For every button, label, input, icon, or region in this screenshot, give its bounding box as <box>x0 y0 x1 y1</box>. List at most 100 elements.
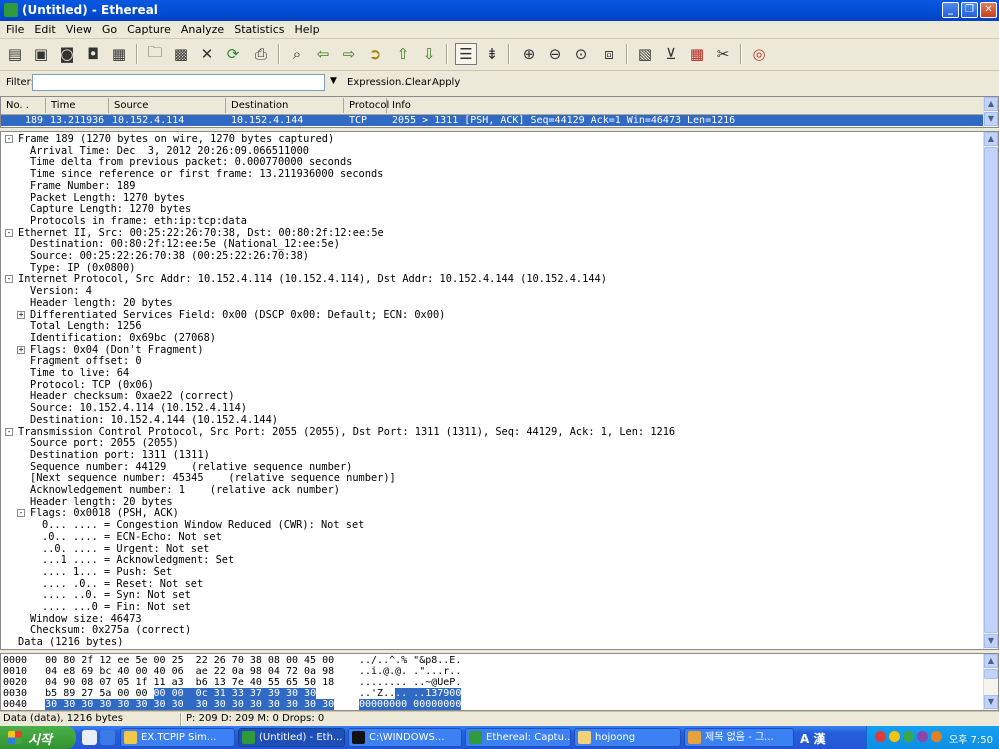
detail-line[interactable]: Flags: 0x0018 (PSH, ACK) <box>30 507 179 519</box>
detail-line[interactable]: Source port: 2055 (2055) <box>30 437 179 449</box>
menu-view[interactable]: View <box>60 21 96 36</box>
detail-line[interactable]: Protocol: TCP (0x06) <box>30 379 154 391</box>
display-filters-icon[interactable]: ⊻ <box>660 43 682 65</box>
scroll-thumb[interactable] <box>984 147 998 633</box>
print-icon[interactable]: ⎙ <box>250 43 272 65</box>
capture-restart-icon[interactable]: ▦ <box>108 43 130 65</box>
detail-line[interactable]: [Next sequence number: 45345 (relative s… <box>30 472 396 484</box>
colorize-icon[interactable]: ☰ <box>455 43 477 65</box>
collapse-icon[interactable]: - <box>5 228 13 237</box>
hex-ascii[interactable]: ../..^.% "&p8..E. <box>359 655 461 666</box>
minimize-button[interactable]: _ <box>942 2 959 18</box>
save-icon[interactable]: ▩ <box>170 43 192 65</box>
detail-line[interactable]: Time to live: 64 <box>30 367 129 379</box>
detail-line[interactable]: Header length: 20 bytes <box>30 297 173 309</box>
apply-button[interactable]: Apply <box>432 77 460 88</box>
detail-line[interactable]: Fragment offset: 0 <box>30 355 142 367</box>
hex-dump-pane[interactable]: 0000 00 80 2f 12 ee 5e 00 25 22 26 70 38… <box>0 653 999 711</box>
detail-line[interactable]: Data (1216 bytes) <box>18 636 123 648</box>
restore-button[interactable]: ❐ <box>961 2 978 18</box>
col-time[interactable]: Time <box>51 100 75 111</box>
collapse-icon[interactable]: - <box>5 135 13 143</box>
detail-line[interactable]: Destination: 10.152.4.144 (10.152.4.144) <box>30 414 278 426</box>
detail-line[interactable]: Flags: 0x04 (Don't Fragment) <box>30 344 204 356</box>
detail-line[interactable]: Sequence number: 44129 (relative sequenc… <box>30 461 352 473</box>
task-paint[interactable]: 제목 없음 - 그... <box>684 728 794 747</box>
reload-icon[interactable]: ⟳ <box>222 43 244 65</box>
help-icon[interactable]: ◎ <box>748 43 770 65</box>
find-packet-icon[interactable]: ⌕ <box>286 43 308 65</box>
detail-line[interactable]: Window size: 46473 <box>30 613 142 625</box>
hex-ascii[interactable]: ..i.@.@. ."...r.. <box>359 666 461 677</box>
hex-scrollbar[interactable]: ▲ ▼ <box>983 654 998 710</box>
menu-statistics[interactable]: Statistics <box>228 21 288 36</box>
coloring-rules-icon[interactable]: ▦ <box>686 43 708 65</box>
detail-line[interactable]: ...1 .... = Acknowledgment: Set <box>42 554 234 566</box>
detail-line[interactable]: Frame Number: 189 <box>30 180 135 192</box>
detail-line[interactable]: Identification: 0x69bc (27068) <box>30 332 216 344</box>
go-forward-icon[interactable]: ⇨ <box>338 43 360 65</box>
detail-line[interactable]: Protocols in frame: eth:ip:tcp:data <box>30 215 247 227</box>
tray-icon[interactable] <box>917 731 928 742</box>
hex-row[interactable]: 0040 30 30 30 30 30 30 30 30 30 30 30 30… <box>3 699 335 710</box>
detail-line[interactable]: Frame 189 (1270 bytes on wire, 1270 byte… <box>18 133 334 145</box>
detail-line[interactable]: Destination: 00:80:2f:12:ee:5e (National… <box>30 238 340 250</box>
detail-line[interactable]: .... 1... = Push: Set <box>42 566 172 578</box>
detail-line[interactable]: Total Length: 1256 <box>30 320 142 332</box>
scroll-thumb[interactable] <box>984 669 998 679</box>
detail-line[interactable]: ..0. .... = Urgent: Not set <box>42 543 209 555</box>
capture-options-icon[interactable]: ▣ <box>30 43 52 65</box>
detail-line[interactable]: Source: 10.152.4.114 (10.152.4.114) <box>30 402 247 414</box>
hex-row[interactable]: 0030 b5 89 27 5a 00 00 00 00 0c 31 33 37… <box>3 688 317 699</box>
collapse-icon[interactable]: - <box>17 509 25 518</box>
menu-analyze[interactable]: Analyze <box>175 21 228 36</box>
task-cmd[interactable]: C:\WINDOWS... <box>348 728 462 747</box>
menu-go[interactable]: Go <box>96 21 121 36</box>
hex-ascii[interactable]: ........ ..~@UeP. <box>359 677 461 688</box>
filter-dropdown-icon[interactable]: ▼ <box>330 76 337 86</box>
detail-line[interactable]: Internet Protocol, Src Addr: 10.152.4.11… <box>18 273 607 285</box>
tray-icon[interactable] <box>875 731 886 742</box>
col-info[interactable]: Info <box>392 100 411 111</box>
menu-capture[interactable]: Capture <box>121 21 175 36</box>
scroll-up-icon[interactable]: ▲ <box>984 97 998 111</box>
hex-row[interactable]: 0010 04 e8 69 bc 40 00 40 06 ae 22 0a 98… <box>3 666 334 677</box>
packet-row[interactable]: 189 13.211936 10.152.4.114 10.152.4.144 … <box>1 115 985 126</box>
scroll-down-icon[interactable]: ▼ <box>984 112 998 126</box>
tray-icon[interactable] <box>889 731 900 742</box>
tray-icon[interactable] <box>931 731 942 742</box>
scroll-up-icon[interactable]: ▲ <box>984 132 998 146</box>
detail-line[interactable]: Source: 00:25:22:26:70:38 (00:25:22:26:7… <box>30 250 309 262</box>
capture-start-icon[interactable]: ◙ <box>56 43 78 65</box>
packet-list[interactable]: No. . Time Source Destination Protocol I… <box>0 96 999 128</box>
collapse-icon[interactable]: - <box>5 427 13 436</box>
detail-line[interactable]: Differentiated Services Field: 0x00 (DSC… <box>30 309 445 321</box>
hex-row[interactable]: 0000 00 80 2f 12 ee 5e 00 25 22 26 70 38… <box>3 655 334 666</box>
ime-indicator[interactable]: A 漢 <box>800 730 825 747</box>
expand-icon[interactable]: + <box>17 345 25 354</box>
detail-line[interactable]: Destination port: 1311 (1311) <box>30 449 210 461</box>
clear-button[interactable]: Clear <box>405 77 431 88</box>
capture-stop-icon[interactable]: ◘ <box>82 43 104 65</box>
detail-line[interactable]: Packet Length: 1270 bytes <box>30 192 185 204</box>
detail-line[interactable]: .... ...0 = Fin: Not set <box>42 601 191 613</box>
detail-line[interactable]: 0... .... = Congestion Window Reduced (C… <box>42 519 364 531</box>
task-ethereal-capture[interactable]: Ethereal: Captu... <box>465 728 571 747</box>
first-packet-icon[interactable]: ⇧ <box>392 43 414 65</box>
close-file-icon[interactable]: ✕ <box>196 43 218 65</box>
scroll-down-icon[interactable]: ▼ <box>984 634 998 648</box>
detail-line[interactable]: .0.. .... = ECN-Echo: Not set <box>42 531 222 543</box>
hex-row[interactable]: 0020 04 90 08 07 05 1f 11 a3 b6 13 7e 40… <box>3 677 334 688</box>
detail-line[interactable]: Version: 4 <box>30 285 92 297</box>
open-folder-icon[interactable]: 🗀 <box>144 43 166 65</box>
menu-edit[interactable]: Edit <box>28 21 59 36</box>
title-bar[interactable]: (Untitled) - Ethereal _ ❐ ✕ <box>0 0 999 21</box>
close-button[interactable]: ✕ <box>980 2 997 18</box>
last-packet-icon[interactable]: ⇩ <box>418 43 440 65</box>
packet-list-scrollbar[interactable]: ▲ ▼ <box>983 97 998 127</box>
col-no[interactable]: No. . <box>6 100 29 111</box>
col-protocol[interactable]: Protocol <box>349 100 389 111</box>
detail-line[interactable]: Type: IP (0x0800) <box>30 262 135 274</box>
auto-scroll-icon[interactable]: ⇟ <box>481 43 503 65</box>
tray-icon[interactable] <box>903 731 914 742</box>
